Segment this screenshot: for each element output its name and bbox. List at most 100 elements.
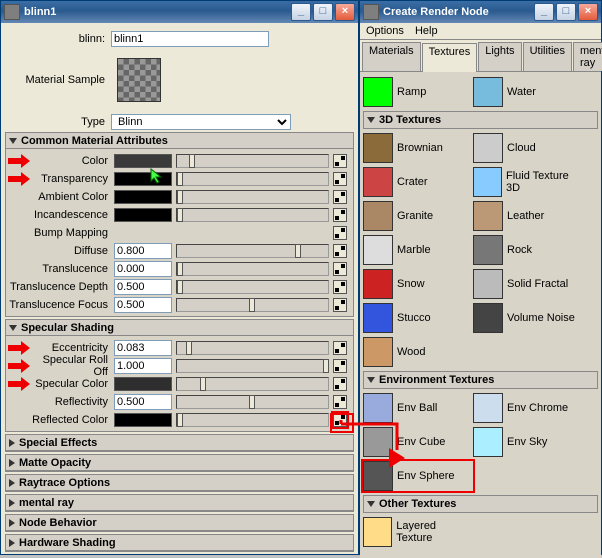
translucence-depth-input[interactable]	[114, 279, 172, 295]
translucence-focus-input[interactable]	[114, 297, 172, 313]
material-sample-swatch[interactable]	[117, 58, 161, 102]
texture-item-volume-noise[interactable]: Volume Noise	[473, 303, 583, 333]
texture-item-marble[interactable]: Marble	[363, 235, 473, 265]
section-env-textures[interactable]: Environment Textures	[363, 371, 598, 389]
texture-item-env-chrome[interactable]: Env Chrome	[473, 393, 583, 423]
texture-item-water[interactable]: Water	[473, 77, 583, 107]
map-button[interactable]	[333, 298, 347, 312]
map-button[interactable]	[333, 341, 347, 355]
transparency-slider[interactable]	[176, 172, 329, 186]
specular-color-slider[interactable]	[176, 377, 329, 391]
section-header[interactable]: Matte Opacity	[6, 455, 353, 471]
reflectivity-slider[interactable]	[176, 395, 329, 409]
minimize-button[interactable]: _	[291, 3, 311, 21]
translucence-slider[interactable]	[176, 262, 329, 276]
texture-label: Layered Texture	[396, 520, 473, 544]
texture-item-brownian[interactable]: Brownian	[363, 133, 473, 163]
section-header[interactable]: Common Material Attributes	[6, 133, 353, 149]
section-header[interactable]: Node Behavior	[6, 515, 353, 531]
texture-item-wood[interactable]: Wood	[363, 337, 473, 367]
texture-label: Ramp	[397, 86, 426, 98]
maximize-button[interactable]: □	[556, 3, 576, 21]
reflected-color-swatch[interactable]	[114, 413, 172, 427]
transparency-swatch[interactable]	[114, 172, 172, 186]
texture-item-ramp[interactable]: Ramp	[363, 77, 473, 107]
reflectivity-input[interactable]	[114, 394, 172, 410]
menu-options[interactable]: Options	[366, 25, 404, 37]
map-button[interactable]	[333, 359, 347, 373]
texture-item-rock[interactable]: Rock	[473, 235, 583, 265]
app-icon	[4, 4, 20, 20]
texture-item-env-sphere[interactable]: Env Sphere	[363, 461, 473, 491]
section-header[interactable]: Raytrace Options	[6, 475, 353, 491]
map-button[interactable]	[333, 190, 347, 204]
map-button[interactable]	[333, 262, 347, 276]
translucence-focus-slider[interactable]	[176, 298, 329, 312]
texture-item-cloud[interactable]: Cloud	[473, 133, 583, 163]
incandescence-swatch[interactable]	[114, 208, 172, 222]
section-header[interactable]: Special Effects	[6, 435, 353, 451]
section-header[interactable]: Specular Shading	[6, 320, 353, 336]
ambient-slider[interactable]	[176, 190, 329, 204]
translucence-label: Translucence	[8, 263, 114, 275]
translucence-depth-slider[interactable]	[176, 280, 329, 294]
map-button[interactable]	[333, 172, 347, 186]
texture-item-crater[interactable]: Crater	[363, 167, 473, 197]
incandescence-slider[interactable]	[176, 208, 329, 222]
section-header[interactable]: Hardware Shading	[6, 535, 353, 551]
specular-color-swatch[interactable]	[114, 377, 172, 391]
tab-utilities[interactable]: Utilities	[523, 42, 572, 71]
map-button[interactable]	[333, 377, 347, 391]
maximize-button[interactable]: □	[313, 3, 333, 21]
texture-item-env-cube[interactable]: Env Cube	[363, 427, 473, 457]
texture-item-solid-fractal[interactable]: Solid Fractal	[473, 269, 583, 299]
tab-mental-ray[interactable]: mental ray	[573, 42, 602, 71]
texture-item-leather[interactable]: Leather	[473, 201, 583, 231]
texture-icon	[473, 427, 503, 457]
section-3d-textures[interactable]: 3D Textures	[363, 111, 598, 129]
texture-item-fluid-texture-3d[interactable]: Fluid Texture 3D	[473, 167, 583, 197]
map-button[interactable]	[333, 395, 347, 409]
specular-color-label: Specular Color	[30, 378, 114, 390]
titlebar[interactable]: blinn1 _ □ ×	[1, 1, 358, 23]
reflected-color-label: Reflected Color	[8, 414, 114, 426]
texture-item-env-ball[interactable]: Env Ball	[363, 393, 473, 423]
tab-materials[interactable]: Materials	[362, 42, 421, 71]
rolloff-input[interactable]	[114, 358, 172, 374]
texture-item-granite[interactable]: Granite	[363, 201, 473, 231]
texture-item-snow[interactable]: Snow	[363, 269, 473, 299]
map-button[interactable]	[333, 208, 347, 222]
section-header[interactable]: mental ray	[6, 495, 353, 511]
color-swatch[interactable]	[114, 154, 172, 168]
eccentricity-slider[interactable]	[176, 341, 329, 355]
translucence-input[interactable]	[114, 261, 172, 277]
diffuse-slider[interactable]	[176, 244, 329, 258]
rolloff-slider[interactable]	[176, 359, 329, 373]
texture-item-layered-texture[interactable]: Layered Texture	[363, 517, 473, 547]
red-arrow-annotation	[8, 361, 30, 371]
ambient-swatch[interactable]	[114, 190, 172, 204]
menu-help[interactable]: Help	[415, 25, 438, 37]
close-button[interactable]: ×	[578, 3, 598, 21]
texture-icon	[473, 235, 503, 265]
texture-item-env-sky[interactable]: Env Sky	[473, 427, 583, 457]
color-slider[interactable]	[176, 154, 329, 168]
name-input[interactable]	[111, 31, 269, 47]
texture-item-stucco[interactable]: Stucco	[363, 303, 473, 333]
close-button[interactable]: ×	[335, 3, 355, 21]
map-button[interactable]	[333, 280, 347, 294]
titlebar[interactable]: Create Render Node _ □ ×	[360, 1, 601, 23]
type-dropdown[interactable]: Blinn	[111, 114, 291, 130]
eccentricity-input[interactable]	[114, 340, 172, 356]
reflected-color-slider[interactable]	[176, 413, 329, 427]
tab-lights[interactable]: Lights	[478, 42, 521, 71]
reflected-color-map-button[interactable]	[333, 413, 347, 427]
texture-label: Volume Noise	[507, 312, 575, 324]
tab-textures[interactable]: Textures	[422, 43, 478, 72]
map-button[interactable]	[333, 226, 347, 240]
minimize-button[interactable]: _	[534, 3, 554, 21]
map-button[interactable]	[333, 244, 347, 258]
section-other-textures[interactable]: Other Textures	[363, 495, 598, 513]
map-button[interactable]	[333, 154, 347, 168]
diffuse-input[interactable]	[114, 243, 172, 259]
